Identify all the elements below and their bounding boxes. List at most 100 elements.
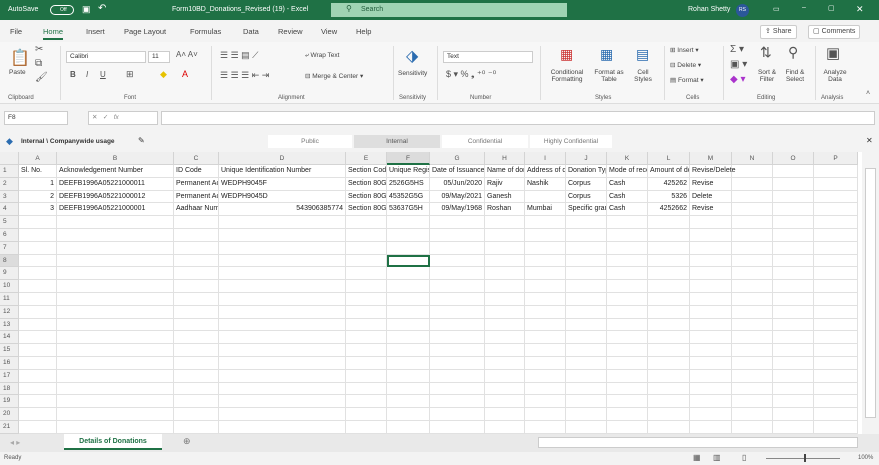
cell-O21[interactable] bbox=[773, 421, 814, 434]
cell-A4[interactable]: 3 bbox=[19, 203, 57, 217]
column-header-P[interactable]: P bbox=[814, 152, 858, 165]
cell-O6[interactable] bbox=[773, 229, 814, 242]
cell-J10[interactable] bbox=[566, 280, 607, 293]
cell-D2[interactable]: WEDPH9045F bbox=[219, 177, 346, 191]
cell-J8[interactable] bbox=[566, 254, 607, 268]
cell-G2[interactable]: 05/Jun/2020 bbox=[430, 177, 485, 191]
cell-E1[interactable]: Section Code bbox=[346, 165, 387, 178]
cell-B7[interactable] bbox=[57, 241, 174, 255]
row-header-16[interactable]: 16 bbox=[0, 357, 19, 370]
analyze-data-button[interactable]: Analyze Data bbox=[819, 69, 851, 83]
cell-E4[interactable]: Section 80G bbox=[346, 203, 387, 217]
cell-D12[interactable] bbox=[219, 305, 346, 319]
cell-G18[interactable] bbox=[430, 382, 485, 396]
italic-icon[interactable]: I bbox=[86, 70, 88, 79]
row-header-15[interactable]: 15 bbox=[0, 344, 19, 357]
collapse-ribbon-icon[interactable]: ˄ bbox=[866, 90, 870, 97]
row-header-18[interactable]: 18 bbox=[0, 382, 19, 396]
cell-N13[interactable] bbox=[732, 318, 773, 332]
cell-I16[interactable] bbox=[525, 357, 566, 370]
cell-D13[interactable] bbox=[219, 318, 346, 332]
cell-P2[interactable] bbox=[814, 177, 858, 191]
cell-M5[interactable] bbox=[690, 216, 732, 229]
cell-B20[interactable] bbox=[57, 408, 174, 421]
save-icon[interactable]: ▣ bbox=[82, 4, 91, 15]
cell-M20[interactable] bbox=[690, 408, 732, 421]
cell-G14[interactable] bbox=[430, 331, 485, 345]
cell-E13[interactable] bbox=[346, 318, 387, 332]
cell-M11[interactable] bbox=[690, 293, 732, 306]
cell-N15[interactable] bbox=[732, 344, 773, 357]
cell-L17[interactable] bbox=[648, 369, 690, 383]
name-box[interactable]: F8 bbox=[4, 111, 68, 125]
tab-page-layout[interactable]: Page Layout bbox=[124, 27, 166, 36]
cell-K12[interactable] bbox=[607, 305, 648, 319]
font-color-icon[interactable]: A bbox=[182, 69, 188, 79]
cell-D10[interactable] bbox=[219, 280, 346, 293]
cell-D5[interactable] bbox=[219, 216, 346, 229]
cell-K16[interactable] bbox=[607, 357, 648, 370]
row-header-8[interactable]: 8 bbox=[0, 254, 19, 268]
cell-O12[interactable] bbox=[773, 305, 814, 319]
cell-C15[interactable] bbox=[174, 344, 219, 357]
cell-H4[interactable]: Roshan bbox=[485, 203, 525, 217]
cell-M9[interactable] bbox=[690, 267, 732, 281]
cell-G3[interactable]: 09/May/2021 bbox=[430, 190, 485, 204]
cell-M14[interactable] bbox=[690, 331, 732, 345]
cell-N10[interactable] bbox=[732, 280, 773, 293]
cell-O16[interactable] bbox=[773, 357, 814, 370]
cell-I21[interactable] bbox=[525, 421, 566, 434]
cell-H14[interactable] bbox=[485, 331, 525, 345]
cell-O5[interactable] bbox=[773, 216, 814, 229]
cell-M18[interactable] bbox=[690, 382, 732, 396]
page-layout-view-icon[interactable]: ▥ bbox=[713, 453, 721, 462]
cell-A20[interactable] bbox=[19, 408, 57, 421]
cell-H11[interactable] bbox=[485, 293, 525, 306]
fill-color-icon[interactable]: ◆ bbox=[160, 69, 167, 80]
paste-label[interactable]: Paste bbox=[9, 69, 26, 76]
font-name-select[interactable]: Calibri bbox=[66, 51, 146, 63]
cell-A17[interactable] bbox=[19, 369, 57, 383]
cell-H16[interactable] bbox=[485, 357, 525, 370]
cell-K18[interactable] bbox=[607, 382, 648, 396]
row-header-12[interactable]: 12 bbox=[0, 305, 19, 319]
cell-H20[interactable] bbox=[485, 408, 525, 421]
cell-I1[interactable]: Address of donor bbox=[525, 165, 566, 178]
cell-G1[interactable]: Date of Issuance bbox=[430, 165, 485, 178]
column-header-E[interactable]: E bbox=[346, 152, 387, 165]
cell-M4[interactable]: Revise bbox=[690, 203, 732, 217]
copy-icon[interactable]: ⧉ bbox=[35, 58, 42, 69]
column-header-L[interactable]: L bbox=[648, 152, 690, 165]
cell-L9[interactable] bbox=[648, 267, 690, 281]
cell-B13[interactable] bbox=[57, 318, 174, 332]
cell-H21[interactable] bbox=[485, 421, 525, 434]
sensitivity-internal[interactable]: Internal bbox=[354, 135, 440, 148]
cell-N2[interactable] bbox=[732, 177, 773, 191]
cell-N12[interactable] bbox=[732, 305, 773, 319]
cell-A7[interactable] bbox=[19, 241, 57, 255]
number-format-select[interactable]: Text bbox=[443, 51, 533, 63]
cell-L1[interactable]: Amount of donation bbox=[648, 165, 690, 178]
cell-H6[interactable] bbox=[485, 229, 525, 242]
cell-F13[interactable] bbox=[387, 318, 430, 332]
cell-J12[interactable] bbox=[566, 305, 607, 319]
ribbon-display-icon[interactable]: ▭ bbox=[773, 5, 780, 13]
cell-D14[interactable] bbox=[219, 331, 346, 345]
tab-help[interactable]: Help bbox=[356, 27, 371, 36]
cell-D6[interactable] bbox=[219, 229, 346, 242]
cell-O11[interactable] bbox=[773, 293, 814, 306]
cell-I11[interactable] bbox=[525, 293, 566, 306]
clear-icon[interactable]: ◆ ▾ bbox=[730, 74, 746, 85]
cell-M1[interactable]: Revise/Delete bbox=[690, 165, 736, 178]
cell-P19[interactable] bbox=[814, 395, 858, 409]
cell-B19[interactable] bbox=[57, 395, 174, 409]
cell-O10[interactable] bbox=[773, 280, 814, 293]
cell-B1[interactable]: Acknowledgement Number bbox=[57, 165, 174, 178]
cell-A21[interactable] bbox=[19, 421, 57, 434]
cell-L18[interactable] bbox=[648, 382, 690, 396]
cell-J3[interactable]: Corpus bbox=[566, 190, 607, 204]
cell-H9[interactable] bbox=[485, 267, 525, 281]
row-header-21[interactable]: 21 bbox=[0, 421, 19, 434]
cell-B11[interactable] bbox=[57, 293, 174, 306]
cell-B9[interactable] bbox=[57, 267, 174, 281]
